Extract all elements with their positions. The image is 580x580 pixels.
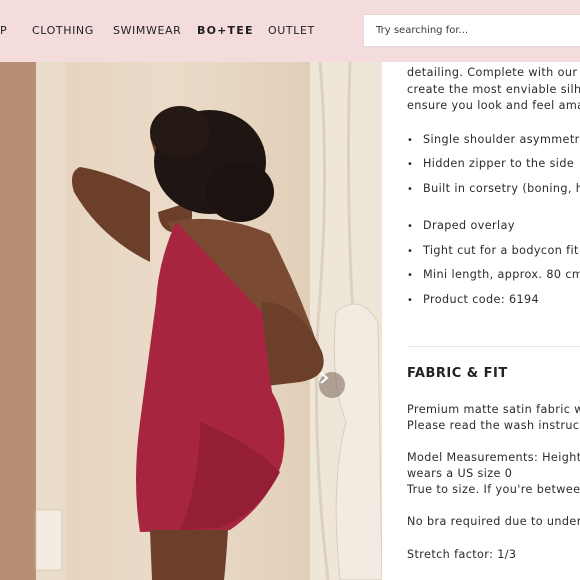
wall-pillar (36, 62, 66, 580)
nav-item-clothing[interactable]: CLOTHING (32, 24, 94, 37)
fabric-line: Please read the wash instruc (407, 419, 580, 432)
feature-bullet-text: Tight cut for a bodycon fit (423, 244, 579, 257)
fabric-line: Stretch factor: 1/3 (407, 548, 517, 561)
product-photo-illustration (0, 62, 382, 580)
product-photo (0, 62, 382, 580)
feature-bullet-text: Draped overlay (423, 219, 515, 232)
feature-bullet: • Single shoulder asymmetri (407, 133, 580, 146)
nav-item-bo-tee[interactable]: BO+TEE (197, 24, 254, 37)
description-line: create the most enviable silh (407, 82, 580, 96)
stool (35, 509, 63, 571)
search-input[interactable] (376, 25, 580, 36)
fabric-line: Model Measurements: Height (407, 451, 580, 464)
chevron-right-icon (320, 372, 329, 384)
feature-bullet: • Product code: 6194 (407, 293, 540, 306)
description-line: detailing. Complete with our (407, 66, 578, 79)
description-line: ensure you look and feel ama (407, 99, 580, 112)
model-hair-curl (150, 106, 210, 158)
section-divider (407, 346, 580, 347)
model-hair-curl (206, 162, 274, 222)
statue (333, 303, 382, 580)
feature-bullet-text: Hidden zipper to the side (423, 157, 575, 170)
search-box[interactable] (363, 14, 580, 47)
model-legs (150, 530, 228, 580)
nav-item-outlet[interactable]: OUTLET (268, 24, 315, 37)
feature-bullet: • Tight cut for a bodycon fit (407, 244, 579, 257)
nav-item-shop[interactable]: P (0, 24, 7, 37)
feature-bullet-text: Product code: 6194 (423, 293, 540, 306)
product-description-panel: detailing. Complete with our create the … (382, 62, 580, 580)
feature-bullet-text: Single shoulder asymmetri (423, 133, 580, 146)
fabric-line: Premium matte satin fabric w (407, 403, 580, 416)
nav-item-swimwear[interactable]: SWIMWEAR (113, 24, 181, 37)
fabric-line: True to size. If you're betwee (407, 483, 580, 496)
carousel-next-button[interactable] (319, 372, 345, 398)
feature-bullet: • Hidden zipper to the side (407, 157, 575, 170)
feature-bullet: • Draped overlay (407, 219, 515, 232)
fabric-line: wears a US size 0 (407, 467, 513, 480)
feature-bullet: • Mini length, approx. 80 cm (407, 268, 580, 281)
door-frame-left (0, 62, 36, 580)
fabric-fit-heading[interactable]: FABRIC & FIT (407, 366, 508, 381)
fabric-line: No bra required due to under (407, 515, 580, 528)
feature-bullet-text: Mini length, approx. 80 cm (423, 268, 580, 281)
feature-bullet: • Built in corsetry (boning, h (407, 182, 580, 195)
top-nav-bar: P CLOTHING SWIMWEAR BO+TEE OUTLET (0, 0, 580, 62)
model-arm-raised (72, 167, 150, 262)
feature-bullet-text: Built in corsetry (boning, h (423, 182, 580, 195)
